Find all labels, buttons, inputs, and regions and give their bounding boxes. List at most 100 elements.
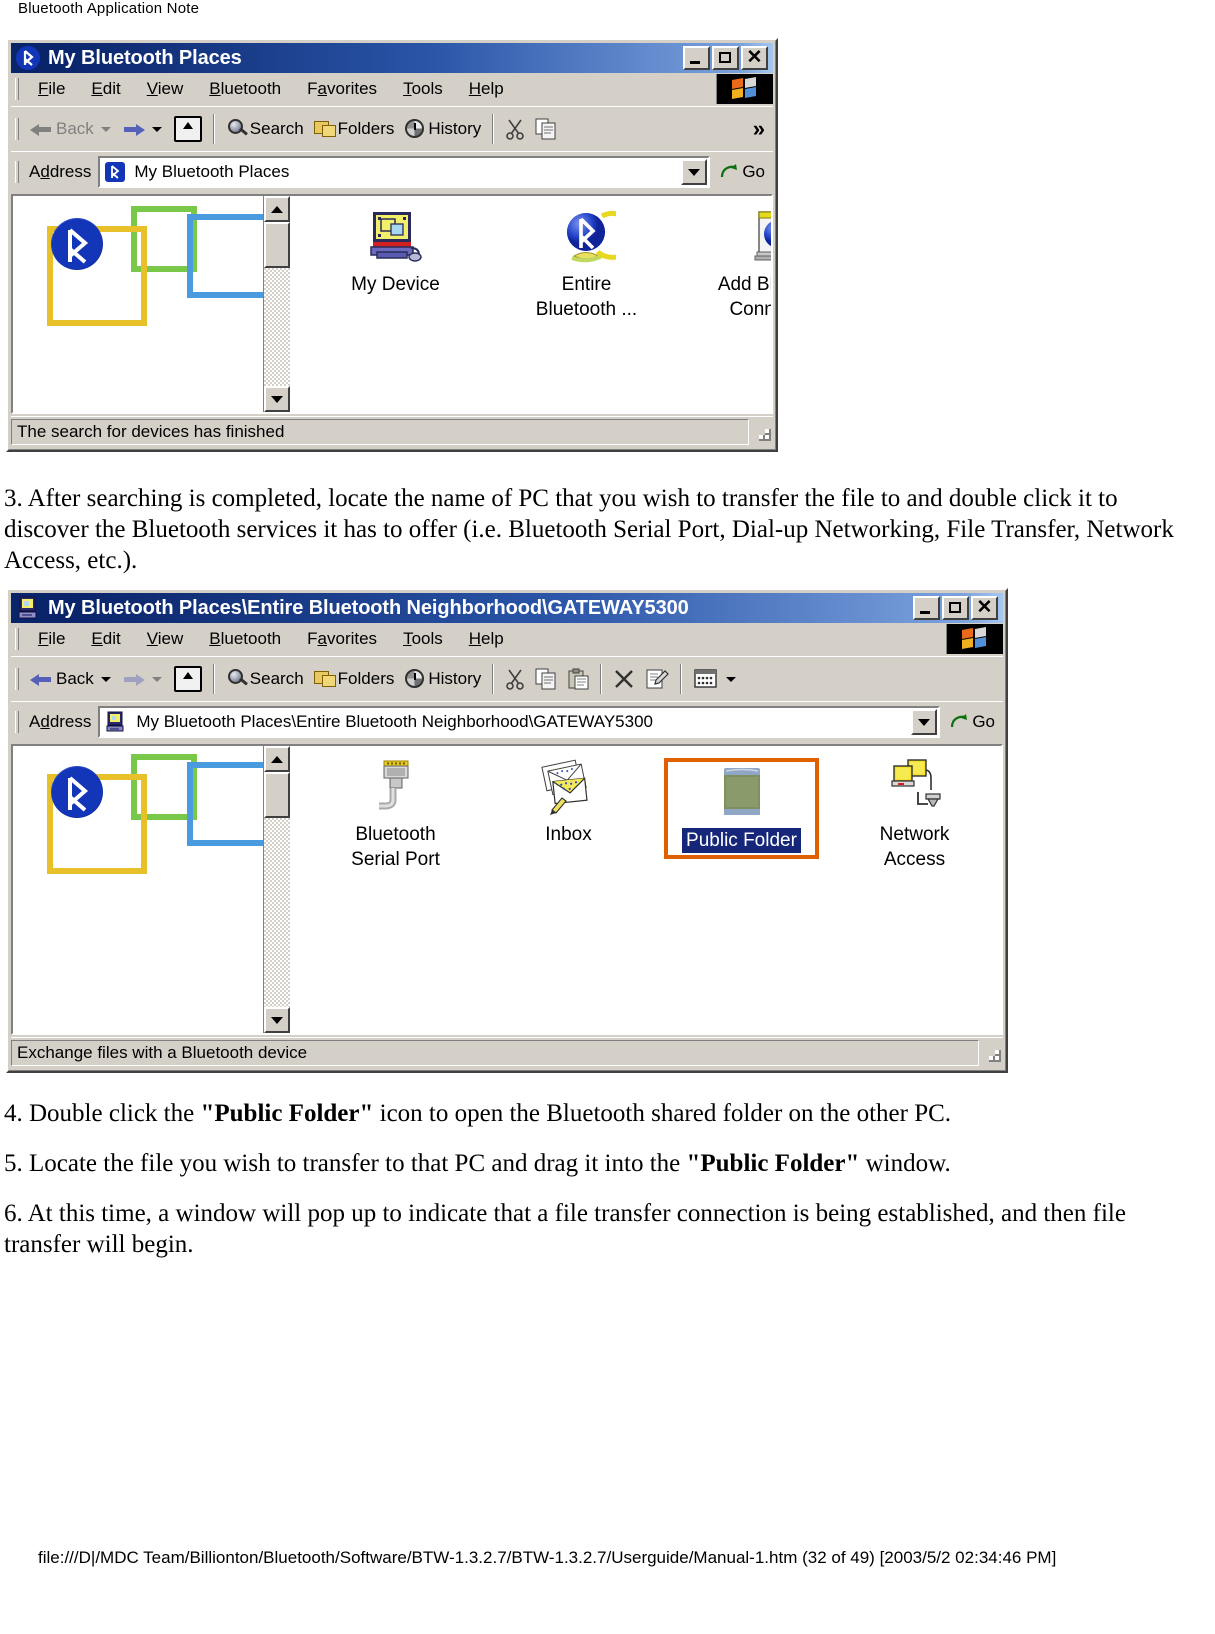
menu-favorites[interactable]: Favorites [294, 627, 390, 651]
back-button[interactable]: Back [25, 660, 99, 698]
views-button[interactable] [688, 660, 724, 698]
back-dropdown-icon[interactable] [100, 676, 111, 682]
properties-button[interactable] [640, 660, 674, 698]
scroll-track[interactable] [264, 268, 290, 386]
history-button[interactable]: History [399, 110, 486, 148]
search-icon [226, 668, 250, 690]
para4-pre: 4. Double click the [4, 1100, 201, 1127]
addressbar-gripper[interactable] [15, 161, 19, 183]
page-header: Bluetooth Application Note [18, 0, 200, 17]
maximize-button[interactable] [712, 46, 739, 70]
menu-view[interactable]: View [134, 77, 197, 101]
go-arrow-icon [719, 163, 739, 181]
folders-button[interactable]: Folders [309, 660, 400, 698]
back-button[interactable]: Back [25, 110, 99, 148]
item-add-bluetooth-connection[interactable]: Add Bluetooth Connection [700, 208, 773, 322]
resize-grip[interactable] [981, 1042, 1003, 1064]
close-button[interactable]: ✕ [741, 46, 768, 70]
toolbar-separator [212, 664, 215, 694]
scroll-up-button[interactable] [264, 746, 290, 772]
search-button[interactable]: Search [221, 110, 309, 148]
history-label: History [428, 669, 482, 688]
forward-arrow-icon [123, 670, 145, 688]
folders-label: Folders [337, 669, 395, 688]
menu-edit[interactable]: Edit [78, 77, 133, 101]
menu-bluetooth[interactable]: Bluetooth [196, 77, 294, 101]
forward-dropdown-icon[interactable] [151, 126, 162, 132]
up-button[interactable] [169, 110, 207, 148]
scroll-thumb[interactable] [264, 222, 290, 268]
address-input[interactable]: My Bluetooth Places [98, 156, 711, 188]
up-folder-icon [173, 666, 202, 692]
copy-button[interactable] [530, 660, 562, 698]
menu-help[interactable]: Help [456, 77, 517, 101]
paragraph-step-6: 6. At this time, a window will pop up to… [4, 1200, 1126, 1258]
paste-button[interactable] [562, 660, 594, 698]
menu-tools[interactable]: Tools [390, 77, 456, 101]
window2-status-text: Exchange files with a Bluetooth device [11, 1040, 979, 1066]
caret-up-icon [271, 755, 283, 763]
folders-button[interactable]: Folders [309, 110, 400, 148]
scroll-up-button[interactable] [264, 196, 290, 222]
address-dropdown-button[interactable] [911, 709, 938, 735]
address-dropdown-button[interactable] [681, 159, 708, 185]
item-bluetooth-serial-port[interactable]: Bluetooth Serial Port [318, 758, 473, 872]
go-button[interactable]: Go [940, 712, 1003, 732]
add-bluetooth-connection-icon [749, 208, 771, 266]
cut-button[interactable] [500, 660, 530, 698]
window1-titlebar: My Bluetooth Places ✕ [11, 43, 773, 73]
address-input[interactable]: My Bluetooth Places\Entire Bluetooth Nei… [98, 706, 941, 738]
menubar-gripper[interactable] [15, 628, 19, 650]
delete-button[interactable] [608, 660, 640, 698]
up-button[interactable] [169, 660, 207, 698]
go-button[interactable]: Go [710, 162, 773, 182]
item-inbox[interactable]: Inbox [491, 758, 646, 847]
window2-vertical-scrollbar[interactable] [263, 746, 290, 1033]
back-dropdown-icon[interactable] [100, 126, 111, 132]
history-button[interactable]: History [399, 660, 486, 698]
scroll-thumb[interactable] [264, 772, 290, 818]
forward-button[interactable] [118, 110, 150, 148]
item-my-device[interactable]: My Device [318, 208, 473, 297]
search-button[interactable]: Search [221, 660, 309, 698]
cut-button[interactable] [500, 110, 530, 148]
menubar-gripper[interactable] [15, 78, 19, 100]
views-dropdown-icon[interactable] [726, 676, 737, 682]
menu-favorites[interactable]: Favorites [294, 77, 390, 101]
menu-file[interactable]: File [25, 627, 78, 651]
toolbar-gripper[interactable] [15, 668, 19, 690]
menu-view[interactable]: View [134, 627, 197, 651]
menu-edit[interactable]: Edit [78, 627, 133, 651]
item-label: Add Bluetooth [717, 274, 773, 295]
scissors-icon [505, 118, 525, 140]
resize-grip[interactable] [751, 421, 773, 443]
menu-tools[interactable]: Tools [390, 627, 456, 651]
page-footer: file:///D|/MDC Team/Billionton/Bluetooth… [38, 1548, 1057, 1567]
toolbar-gripper[interactable] [15, 118, 19, 140]
bluetooth-icon [104, 161, 126, 183]
maximize-button[interactable] [942, 596, 969, 620]
forward-button[interactable] [118, 660, 150, 698]
window1-vertical-scrollbar[interactable] [263, 196, 290, 412]
scroll-down-button[interactable] [264, 1007, 290, 1033]
window2-menubar: File Edit View Bluetooth Favorites Tools… [11, 623, 1003, 656]
menu-bluetooth[interactable]: Bluetooth [196, 627, 294, 651]
item-entire-bluetooth-neighborhood[interactable]: Entire Bluetooth ... [509, 208, 664, 322]
close-button[interactable]: ✕ [971, 596, 998, 620]
search-label: Search [249, 119, 304, 138]
scroll-track[interactable] [264, 818, 290, 1007]
more-toolbar-buttons[interactable]: » [748, 110, 773, 148]
menu-file[interactable]: File [25, 77, 78, 101]
item-network-access[interactable]: Network Access [837, 758, 992, 872]
addressbar-gripper[interactable] [15, 711, 19, 733]
minimize-button[interactable] [683, 46, 710, 70]
copy-button[interactable] [530, 110, 562, 148]
menu-help[interactable]: Help [456, 627, 517, 651]
windows-logo-icon [716, 74, 773, 104]
scroll-down-button[interactable] [264, 386, 290, 412]
forward-dropdown-icon[interactable] [151, 676, 162, 682]
minimize-button[interactable] [913, 596, 940, 620]
item-public-folder[interactable]: Public Folder [664, 758, 819, 859]
serial-port-icon [367, 758, 425, 816]
window2-addressbar: Address My Bluetooth Places\Entire Bluet… [11, 701, 1003, 744]
